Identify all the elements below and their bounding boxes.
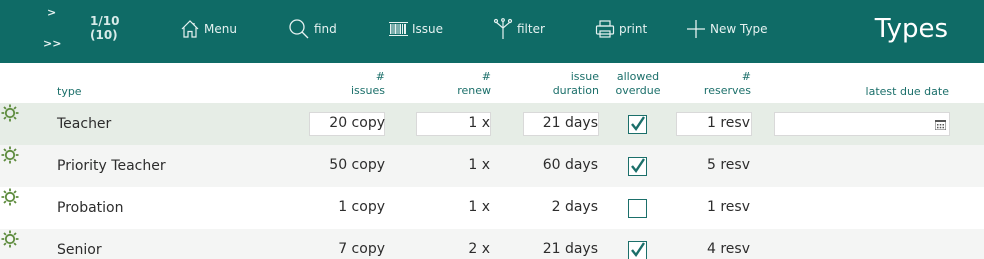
header-duration-top: issue	[570, 70, 599, 83]
issues-value: 20 copy	[329, 115, 385, 131]
next-record-button[interactable]: >	[47, 6, 56, 19]
issue-button[interactable]: Issue	[389, 17, 443, 41]
header-overdue: allowed overdue	[606, 70, 670, 98]
header-duration-bottom: duration	[552, 84, 599, 97]
header-renew-top: #	[481, 70, 491, 83]
header-reserves: # reserves	[670, 70, 751, 98]
header-issues-top: #	[375, 70, 385, 83]
gear-icon[interactable]	[0, 229, 20, 249]
reserves-value: 1 resv	[707, 115, 750, 131]
duration-value: 21 days	[542, 241, 598, 257]
menu-button[interactable]: Menu	[180, 17, 237, 41]
page-title: Types	[874, 14, 948, 44]
search-icon	[289, 19, 309, 39]
barcode-icon	[389, 22, 408, 36]
table-row[interactable]: Teacher 20 copy 1 x 21 days 1 resv	[0, 103, 984, 145]
gear-icon[interactable]	[0, 103, 20, 123]
reserves-value: 4 resv	[707, 241, 750, 257]
header-reserves-bottom: reserves	[703, 84, 751, 97]
printer-icon	[595, 20, 615, 38]
table-row[interactable]: Probation 1 copy 1 x 2 days 1 resv	[0, 187, 984, 229]
due-date-field[interactable]	[774, 112, 950, 136]
issues-value: 1 copy	[338, 199, 385, 215]
header-renew-bottom: renew	[457, 84, 491, 97]
last-record-button[interactable]: >>	[43, 37, 61, 50]
plus-icon	[687, 20, 705, 38]
header-issues: # issues	[300, 70, 385, 98]
header-overdue-bottom: overdue	[615, 84, 661, 97]
find-label: find	[314, 22, 337, 36]
gear-icon[interactable]	[0, 145, 20, 165]
issues-value: 7 copy	[338, 241, 385, 257]
type-name: Senior	[57, 242, 102, 258]
header-duration: issue duration	[515, 70, 599, 98]
find-button[interactable]: find	[288, 17, 337, 41]
new-type-button[interactable]: New Type	[686, 17, 768, 41]
issue-label: Issue	[412, 22, 444, 36]
toolbar: > >> 1/10 (10) Menu find Issue filter pr…	[0, 0, 984, 63]
overdue-checkbox[interactable]	[628, 199, 647, 218]
header-reserves-top: #	[741, 70, 751, 83]
duration-value: 2 days	[551, 199, 598, 215]
menu-label: Menu	[204, 22, 237, 36]
renew-value: 1 x	[468, 199, 490, 215]
header-overdue-top: allowed	[616, 70, 660, 83]
print-label: print	[619, 22, 648, 36]
check-icon	[631, 242, 645, 258]
duration-value: 60 days	[542, 157, 598, 173]
header-renew: # renew	[410, 70, 491, 98]
header-due-date: latest due date	[865, 85, 949, 98]
table-header: type # issues # renew issue duration all…	[0, 63, 984, 103]
type-name: Priority Teacher	[57, 158, 166, 174]
renew-value: 1 x	[468, 115, 490, 131]
check-icon	[631, 158, 645, 174]
overdue-checkbox[interactable]	[628, 157, 647, 176]
table-row[interactable]: Priority Teacher 50 copy 1 x 60 days 5 r…	[0, 145, 984, 187]
header-issues-bottom: issues	[351, 84, 385, 97]
overdue-checkbox[interactable]	[628, 115, 647, 134]
reserves-value: 1 resv	[707, 199, 750, 215]
duration-value: 21 days	[542, 115, 598, 131]
type-name: Probation	[57, 200, 124, 216]
filter-label: filter	[517, 22, 545, 36]
renew-value: 1 x	[468, 157, 490, 173]
issues-value: 50 copy	[329, 157, 385, 173]
record-counter: 1/10 (10)	[90, 14, 119, 42]
gear-icon[interactable]	[0, 187, 20, 207]
type-name: Teacher	[57, 116, 112, 132]
new-type-label: New Type	[710, 22, 768, 36]
filter-button[interactable]: filter	[493, 17, 545, 41]
reserves-value: 5 resv	[707, 157, 750, 173]
filter-icon	[493, 18, 513, 39]
calendar-icon[interactable]	[935, 120, 946, 130]
table-row[interactable]: Senior 7 copy 2 x 21 days 4 resv	[0, 229, 984, 259]
overdue-checkbox[interactable]	[628, 241, 647, 259]
print-button[interactable]: print	[595, 17, 647, 41]
header-type: type	[57, 85, 82, 98]
record-position: 1/10	[90, 14, 120, 28]
check-icon	[631, 116, 645, 132]
renew-value: 2 x	[468, 241, 490, 257]
home-icon	[181, 20, 199, 38]
record-total: (10)	[90, 28, 118, 42]
